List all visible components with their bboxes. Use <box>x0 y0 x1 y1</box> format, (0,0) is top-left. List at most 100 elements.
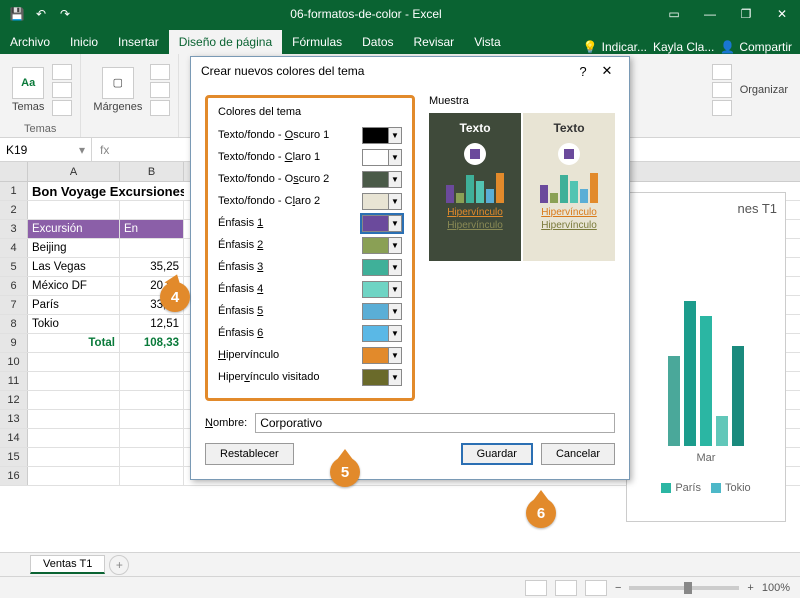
ribbon-tabs: Archivo Inicio Insertar Diseño de página… <box>0 28 800 54</box>
color-label: Hipervínculo <box>218 349 356 361</box>
color-swatch-dropdown[interactable]: ▼ <box>362 149 402 166</box>
normal-view-button[interactable] <box>525 580 547 596</box>
tab-inicio[interactable]: Inicio <box>60 30 108 54</box>
tell-me[interactable]: 💡 Indicar... <box>583 40 647 54</box>
tab-revisar[interactable]: Revisar <box>404 30 465 54</box>
dialog-close-icon[interactable]: ✕ <box>595 63 619 79</box>
maximize-icon[interactable]: ❐ <box>728 0 764 28</box>
save-icon[interactable]: 💾 <box>6 3 28 25</box>
color-row: Énfasis 4 ▼ <box>218 278 402 300</box>
color-label: Hipervínculo visitado <box>218 371 356 383</box>
color-swatch-dropdown[interactable]: ▼ <box>362 303 402 320</box>
theme-fonts-button[interactable] <box>52 82 72 98</box>
chevron-down-icon: ▼ <box>388 282 401 297</box>
color-swatch-dropdown[interactable]: ▼ <box>362 369 402 386</box>
color-label: Texto/fondo - Oscuro 2 <box>218 173 356 185</box>
color-swatch-dropdown[interactable]: ▼ <box>362 215 402 232</box>
cell[interactable]: Bon Voyage Excursiones <box>28 182 184 200</box>
theme-colors-group: Colores del tema Texto/fondo - Oscuro 1 … <box>205 95 415 401</box>
color-row: Texto/fondo - Claro 1 ▼ <box>218 146 402 168</box>
bring-forward-button[interactable] <box>712 64 732 80</box>
theme-colors-button[interactable] <box>52 64 72 80</box>
zoom-level[interactable]: 100% <box>762 582 790 594</box>
color-row: Texto/fondo - Oscuro 1 ▼ <box>218 124 402 146</box>
chevron-down-icon: ▼ <box>388 128 401 143</box>
tab-diseno[interactable]: Diseño de página <box>169 30 282 54</box>
color-row: Hipervínculo ▼ <box>218 344 402 366</box>
callout-badge-5: 5 <box>330 457 360 487</box>
color-row: Énfasis 5 ▼ <box>218 300 402 322</box>
selection-pane-button[interactable] <box>712 100 732 116</box>
color-swatch-dropdown[interactable]: ▼ <box>362 193 402 210</box>
tab-archivo[interactable]: Archivo <box>0 30 60 54</box>
tab-formulas[interactable]: Fórmulas <box>282 30 352 54</box>
ribbon-options-icon[interactable]: ▭ <box>656 0 692 28</box>
color-label: Texto/fondo - Claro 2 <box>218 195 356 207</box>
color-swatch-dropdown[interactable]: ▼ <box>362 127 402 144</box>
chevron-down-icon: ▼ <box>388 304 401 319</box>
embedded-chart[interactable]: nes T1 Mar ParísTokio <box>626 192 786 522</box>
tab-insertar[interactable]: Insertar <box>108 30 169 54</box>
color-swatch-dropdown[interactable]: ▼ <box>362 281 402 298</box>
arrange-label: Organizar <box>736 58 792 121</box>
color-swatch-dropdown[interactable]: ▼ <box>362 325 402 342</box>
color-row: Énfasis 1 ▼ <box>218 212 402 234</box>
color-swatch-dropdown[interactable]: ▼ <box>362 237 402 254</box>
color-label: Énfasis 3 <box>218 261 356 273</box>
redo-icon[interactable]: ↷ <box>54 3 76 25</box>
user-name[interactable]: Kayla Cla... <box>653 40 714 54</box>
undo-icon[interactable]: ↶ <box>30 3 52 25</box>
themes-icon: Aa <box>12 67 44 99</box>
themes-button[interactable]: Aa Temas <box>8 58 48 121</box>
col-header-a[interactable]: A <box>28 162 120 181</box>
window-title: 06-formatos-de-color - Excel <box>76 7 656 21</box>
orientation-button[interactable] <box>150 64 170 80</box>
color-label: Énfasis 6 <box>218 327 356 339</box>
color-swatch-dropdown[interactable]: ▼ <box>362 259 402 276</box>
row-header[interactable]: 1 <box>0 182 28 200</box>
color-row: Texto/fondo - Claro 2 ▼ <box>218 190 402 212</box>
theme-name-input[interactable] <box>255 413 615 433</box>
chevron-down-icon: ▼ <box>388 194 401 209</box>
margins-button[interactable]: ▢ Márgenes <box>89 58 146 121</box>
row-header[interactable]: 3 <box>0 220 28 238</box>
close-icon[interactable]: ✕ <box>764 0 800 28</box>
zoom-in-icon[interactable]: + <box>747 582 753 594</box>
send-backward-button[interactable] <box>712 82 732 98</box>
row-header[interactable]: 2 <box>0 201 28 219</box>
fx-icon[interactable]: fx <box>92 143 117 157</box>
name-label: Nombre: <box>205 417 247 429</box>
color-swatch-dropdown[interactable]: ▼ <box>362 171 402 188</box>
share-button[interactable]: 👤 Compartir <box>720 40 792 54</box>
name-box[interactable]: K19 ▾ <box>0 138 92 161</box>
status-bar: − + 100% <box>0 576 800 598</box>
sheet-tab-bar: Ventas T1 + <box>0 552 800 576</box>
dialog-help-icon[interactable]: ? <box>571 64 595 79</box>
tab-datos[interactable]: Datos <box>352 30 403 54</box>
page-break-view-button[interactable] <box>585 580 607 596</box>
color-label: Énfasis 1 <box>218 217 356 229</box>
size-button[interactable] <box>150 82 170 98</box>
theme-effects-button[interactable] <box>52 100 72 116</box>
add-sheet-button[interactable]: + <box>109 555 129 575</box>
print-area-button[interactable] <box>150 100 170 116</box>
chevron-down-icon: ▼ <box>388 326 401 341</box>
save-button[interactable]: Guardar <box>461 443 533 465</box>
margins-icon: ▢ <box>102 67 134 99</box>
minimize-icon[interactable]: — <box>692 0 728 28</box>
zoom-slider[interactable] <box>629 586 739 590</box>
color-row: Énfasis 6 ▼ <box>218 322 402 344</box>
page-layout-view-button[interactable] <box>555 580 577 596</box>
col-header-b[interactable]: B <box>120 162 184 181</box>
color-row: Texto/fondo - Oscuro 2 ▼ <box>218 168 402 190</box>
reset-button[interactable]: Restablecer <box>205 443 294 465</box>
theme-preview: Texto Hipervínculo Hipervínculo Texto Hi… <box>429 113 615 261</box>
select-all-corner[interactable] <box>0 162 28 181</box>
color-swatch-dropdown[interactable]: ▼ <box>362 347 402 364</box>
chevron-down-icon: ▼ <box>388 172 401 187</box>
chevron-down-icon: ▼ <box>388 260 401 275</box>
zoom-out-icon[interactable]: − <box>615 582 621 594</box>
cancel-button[interactable]: Cancelar <box>541 443 615 465</box>
sheet-tab[interactable]: Ventas T1 <box>30 555 105 574</box>
tab-vista[interactable]: Vista <box>464 30 510 54</box>
